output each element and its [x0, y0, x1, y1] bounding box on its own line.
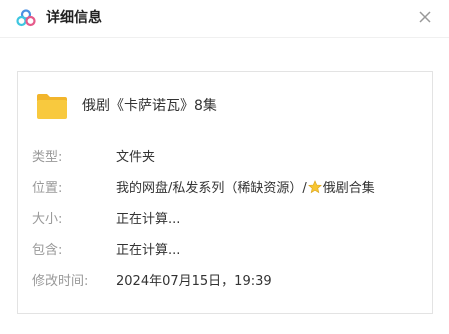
- folder-icon: [36, 92, 68, 120]
- type-value: 文件夹: [116, 150, 156, 165]
- contains-value: 正在计算...: [116, 243, 181, 258]
- dialog-header: 详细信息: [0, 0, 449, 38]
- size-row: 大小: 正在计算...: [32, 210, 428, 230]
- type-label: 类型:: [32, 150, 63, 165]
- modified-row: 修改时间: 2024年07月15日，19:39: [32, 272, 428, 292]
- location-folder[interactable]: 俄剧合集: [323, 181, 375, 196]
- contains-label: 包含:: [32, 243, 63, 258]
- location-label: 位置:: [32, 181, 63, 196]
- location-path[interactable]: 我的网盘/私发系列（稀缺资源）/: [116, 181, 307, 196]
- details-card: 俄剧《卡萨诺瓦》8集 类型: 文件夹 位置: 我的网盘/私发系列（稀缺资源）/ 俄…: [17, 71, 433, 314]
- location-row: 位置: 我的网盘/私发系列（稀缺资源）/ 俄剧合集: [32, 179, 428, 199]
- baidu-netdisk-logo-icon: [16, 9, 36, 27]
- location-value[interactable]: 我的网盘/私发系列（稀缺资源）/ 俄剧合集: [116, 179, 375, 199]
- size-label: 大小:: [32, 212, 63, 227]
- close-icon[interactable]: [417, 9, 433, 25]
- contains-row: 包含: 正在计算...: [32, 241, 428, 261]
- size-value: 正在计算...: [116, 212, 181, 227]
- type-row: 类型: 文件夹: [32, 148, 428, 168]
- dialog-title: 详细信息: [46, 10, 102, 26]
- details-dialog: 详细信息 俄剧《卡萨诺瓦》8集 类型: 文件夹 位置: 我的网盘/私发系列（稀缺…: [0, 0, 449, 334]
- modified-label: 修改时间:: [32, 274, 89, 289]
- file-name: 俄剧《卡萨诺瓦》8集: [82, 98, 217, 114]
- modified-value: 2024年07月15日，19:39: [116, 274, 272, 289]
- star-icon: [307, 180, 322, 194]
